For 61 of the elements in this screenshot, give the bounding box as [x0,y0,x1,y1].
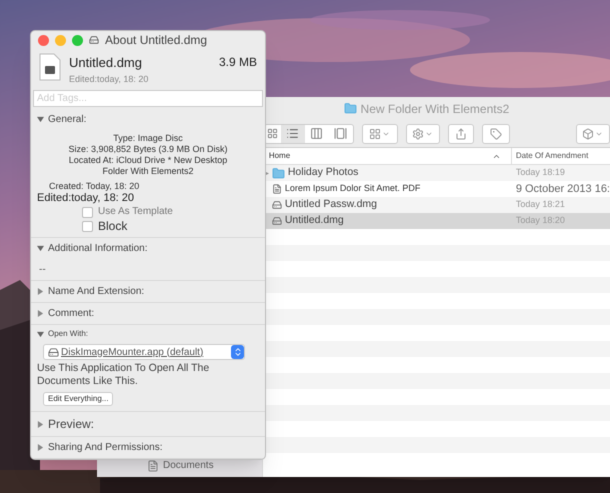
file-name: Untitled.dmg [284,213,344,228]
app-popup[interactable]: DiskImageMounter.app (default) [43,344,245,360]
checkbox[interactable] [82,221,93,232]
detail-text: Located At: iCloud Drive * New Desktop [68,155,228,166]
collapsed-triangle-icon[interactable] [37,288,44,295]
arrange-icon[interactable] [362,124,398,144]
column-header[interactable]: Date Of Amendment [512,148,588,164]
modified-text: Edited:today, 18: 20 [37,192,136,205]
file-name: Holiday Photos [288,165,358,180]
folder-icon [272,166,285,180]
created-text: Created: Today, 18: 20 [48,180,140,192]
file-name: Untitled.dmg [69,54,142,72]
checkbox-label[interactable]: Block [98,219,128,234]
checkbox[interactable] [82,206,93,218]
detail-text: Type: Image Disc [112,133,184,144]
file-name: Lorem Ipsum Dolor Sit Amet. PDF [284,182,420,196]
popup-arrows-icon [231,345,244,359]
disk-image-file-icon [39,53,61,81]
file-date: 9 October 2013 16: [514,182,610,197]
note-text: Use This Application To Open All The Documents Like This. [37,362,210,388]
edit-button[interactable]: Edit Everything... [43,392,114,406]
info-text: -- [38,263,47,277]
collapsed-triangle-icon[interactable] [37,420,44,428]
disk-image-icon [272,200,282,210]
expanded-triangle-icon[interactable] [37,116,44,123]
zoom-button[interactable] [72,34,83,46]
collapsed-triangle-icon[interactable] [37,444,44,451]
expanded-triangle-icon[interactable] [37,330,44,338]
window-title: About Untitled.dmg [105,32,208,49]
close-button[interactable] [38,34,49,46]
box-icon[interactable] [576,124,610,144]
section-title[interactable]: Open With: [48,328,88,340]
checkbox-label[interactable]: Use As Template [98,205,173,219]
expanded-triangle-icon[interactable] [37,245,44,252]
section-title[interactable]: Additional Information: [48,241,148,256]
file-date: Today 18:20 [514,214,565,228]
edited-text: Edited:today, 18: 20 [69,72,150,86]
document-icon [272,184,282,194]
settings-icon[interactable] [406,124,440,144]
file-date: Today 18:19 [514,166,565,180]
detail-text: Folder With Elements2 [101,166,195,177]
sidebar-item[interactable]: Documents [163,458,214,473]
collapsed-triangle-icon[interactable] [37,310,44,317]
share-icon[interactable] [448,124,474,144]
file-date: Today 18:21 [514,198,565,212]
document-icon [147,460,159,472]
file-size: 3.9 MB [218,54,257,71]
section-title[interactable]: Comment: [48,306,94,321]
window-title: New Folder With Elements2 [360,100,510,118]
disk-image-icon [89,35,99,45]
section-title[interactable]: Sharing And Permissions: [48,440,163,455]
file-name: Untitled Passw.dmg [284,197,378,212]
disk-image-icon [272,216,282,226]
section-title[interactable]: Name And Extension: [48,284,144,299]
list-view-icon[interactable] [280,124,305,142]
section-title[interactable]: Preview: [48,415,94,433]
detail-text: Size: 3,908,852 Bytes (3.9 MB On Disk) [67,144,229,155]
tag-icon[interactable] [482,124,510,144]
app-icon [48,346,59,358]
folder-icon [344,102,357,115]
section-title[interactable]: General: [48,112,86,127]
